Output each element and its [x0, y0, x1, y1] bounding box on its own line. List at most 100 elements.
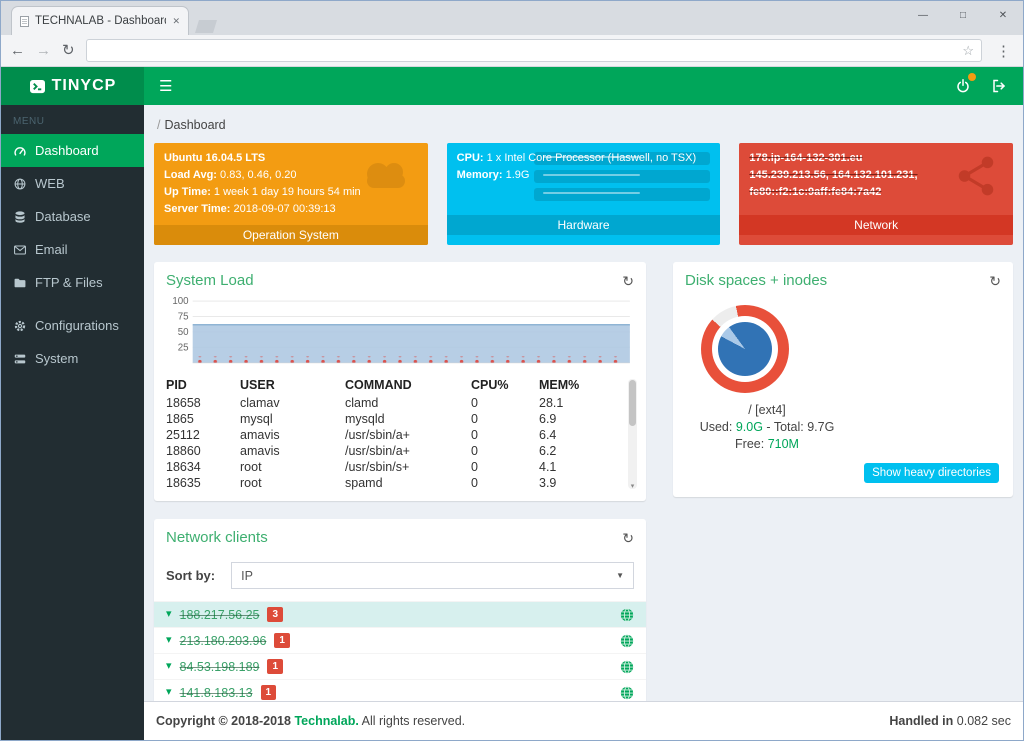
client-count-badge: 3	[267, 607, 283, 622]
panel-title: Network clients	[166, 529, 268, 546]
globe-status-icon	[620, 660, 634, 674]
sort-by-select[interactable]: IP ▼	[231, 562, 634, 589]
table-scrollbar[interactable]: ▾	[628, 379, 637, 489]
sidebar-item-dashboard[interactable]: Dashboard	[1, 134, 144, 167]
cpu-cell: 0	[471, 427, 539, 443]
mem-cell: 6.2	[539, 443, 620, 459]
top-navbar: ☰	[144, 67, 1023, 105]
hamburger-menu-icon[interactable]: ☰	[144, 77, 187, 95]
tab-title: TECHNALAB - Dashboard	[35, 15, 166, 27]
tab-close-icon[interactable]: ✕	[172, 16, 180, 27]
chevron-down-icon: ▾	[166, 661, 172, 672]
reload-button[interactable]: ↻	[62, 43, 75, 58]
sidebar-item-email[interactable]: Email	[1, 233, 144, 266]
new-tab-button[interactable]	[195, 20, 217, 33]
close-button[interactable]: ✕	[983, 1, 1023, 29]
back-button[interactable]: ←	[10, 43, 25, 58]
command-cell: /usr/sbin/s+	[345, 459, 471, 475]
header-actions	[945, 67, 1023, 105]
sidebar-item-database[interactable]: Database	[1, 200, 144, 233]
mem-cell: 6.9	[539, 411, 620, 427]
chevron-down-icon: ▾	[166, 687, 172, 698]
refresh-icon[interactable]: ↻	[622, 531, 634, 545]
maximize-button[interactable]: □	[943, 1, 983, 29]
globe-status-icon	[620, 634, 634, 648]
power-button[interactable]	[945, 67, 981, 105]
command-cell: spamd	[345, 475, 471, 491]
sidebar-item-label: Dashboard	[35, 143, 99, 158]
os-footer-label: Operation System	[154, 225, 428, 245]
mem-cell: 6.4	[539, 427, 620, 443]
sidebar: MENU Dashboard WEB Database Email	[1, 105, 144, 740]
panel-title: Disk spaces + inodes	[685, 272, 827, 289]
browser-menu-icon[interactable]: ⋮	[993, 42, 1014, 60]
panel-system-load: System Load ↻	[154, 262, 646, 501]
refresh-icon[interactable]: ↻	[622, 274, 634, 288]
tinycp-logo[interactable]: TINYCP	[1, 67, 144, 105]
gear-icon	[13, 319, 27, 333]
col-pid: PID	[166, 375, 240, 395]
browser-tab[interactable]: TECHNALAB - Dashboard ✕	[11, 6, 189, 35]
tinycp-app: TINYCP ☰ MENU	[1, 67, 1023, 740]
system-load-chart: 100 75 50 25	[154, 297, 646, 371]
brand-link[interactable]: Technalab.	[294, 714, 358, 728]
network-client-row[interactable]: ▾ 84.53.198.189 1	[154, 653, 646, 679]
main-content: /Dashboard Ubuntu 16.04.5 LTS Load Avg: …	[144, 105, 1023, 740]
infobox-operation-system: Ubuntu 16.04.5 LTS Load Avg: 0.83, 0.46,…	[154, 143, 428, 245]
hardware-memory: Memory: 1.9G	[457, 167, 711, 184]
address-input[interactable]	[94, 44, 958, 58]
network-client-row[interactable]: ▾ 213.180.203.96 1	[154, 627, 646, 653]
logout-button[interactable]	[981, 67, 1017, 105]
disk-donut-chart	[701, 305, 789, 393]
sidebar-item-web[interactable]: WEB	[1, 167, 144, 200]
address-bar[interactable]: ☆	[86, 39, 982, 62]
globe-icon	[13, 177, 27, 191]
window-controls: — □ ✕	[903, 1, 1023, 29]
process-table: PID USER COMMAND CPU% MEM%	[154, 371, 646, 501]
user-cell: clamav	[240, 395, 345, 411]
sidebar-item-ftp-files[interactable]: FTP & Files	[1, 266, 144, 299]
scroll-down-arrow-icon[interactable]: ▾	[628, 483, 637, 490]
panel-title: System Load	[166, 272, 254, 289]
pid-cell: 1865	[166, 411, 240, 427]
chevron-down-icon: ▾	[166, 635, 172, 646]
panel-disk-spaces: Disk spaces + inodes ↻ / [ext4] Used: 9.…	[673, 262, 1013, 497]
scrollbar-thumb[interactable]	[629, 380, 636, 426]
show-heavy-directories-button[interactable]: Show heavy directories	[864, 463, 999, 483]
os-title: Ubuntu 16.04.5 LTS	[164, 150, 418, 167]
command-cell: mysqld	[345, 411, 471, 427]
network-footer-label: Network	[739, 215, 1013, 235]
refresh-icon[interactable]: ↻	[989, 274, 1001, 288]
logo-text: TINYCP	[52, 77, 117, 95]
sidebar-item-label: Email	[35, 242, 68, 257]
client-count-badge: 1	[261, 685, 277, 700]
pid-cell: 18634	[166, 459, 240, 475]
pid-cell: 18658	[166, 395, 240, 411]
cpu-cell: 0	[471, 459, 539, 475]
mem-cell: 28.1	[539, 395, 620, 411]
terminal-logo-icon	[29, 79, 46, 94]
hardware-footer-label: Hardware	[447, 215, 721, 235]
hardware-cpu: CPU: 1 x Intel Core Processor (Haswell, …	[457, 150, 711, 167]
bookmark-star-icon[interactable]: ☆	[962, 43, 974, 59]
cpu-cell: 0	[471, 475, 539, 491]
sidebar-item-label: System	[35, 351, 78, 366]
network-client-row[interactable]: ▾ 188.217.56.25 3	[154, 601, 646, 627]
sidebar-item-configurations[interactable]: Configurations	[1, 309, 144, 342]
browser-toolbar: ← → ↻ ☆ ⋮	[1, 35, 1023, 67]
forward-button[interactable]: →	[36, 43, 51, 58]
disk-mount: / [ext4]	[687, 403, 847, 417]
client-ip: 188.217.56.25	[180, 608, 260, 622]
table-row: 18860amavis/usr/sbin/a+06.2	[166, 443, 620, 459]
os-uptime: Up Time: 1 week 1 day 19 hours 54 min	[164, 184, 418, 201]
server-icon	[13, 352, 27, 366]
minimize-button[interactable]: —	[903, 1, 943, 29]
sort-by-label: Sort by:	[166, 568, 215, 583]
pid-cell: 18860	[166, 443, 240, 459]
sidebar-item-system[interactable]: System	[1, 342, 144, 375]
globe-status-icon	[620, 686, 634, 700]
page-favicon-icon	[20, 16, 29, 27]
user-cell: root	[240, 459, 345, 475]
table-row: 18635rootspamd03.9	[166, 475, 620, 491]
col-user: USER	[240, 375, 345, 395]
